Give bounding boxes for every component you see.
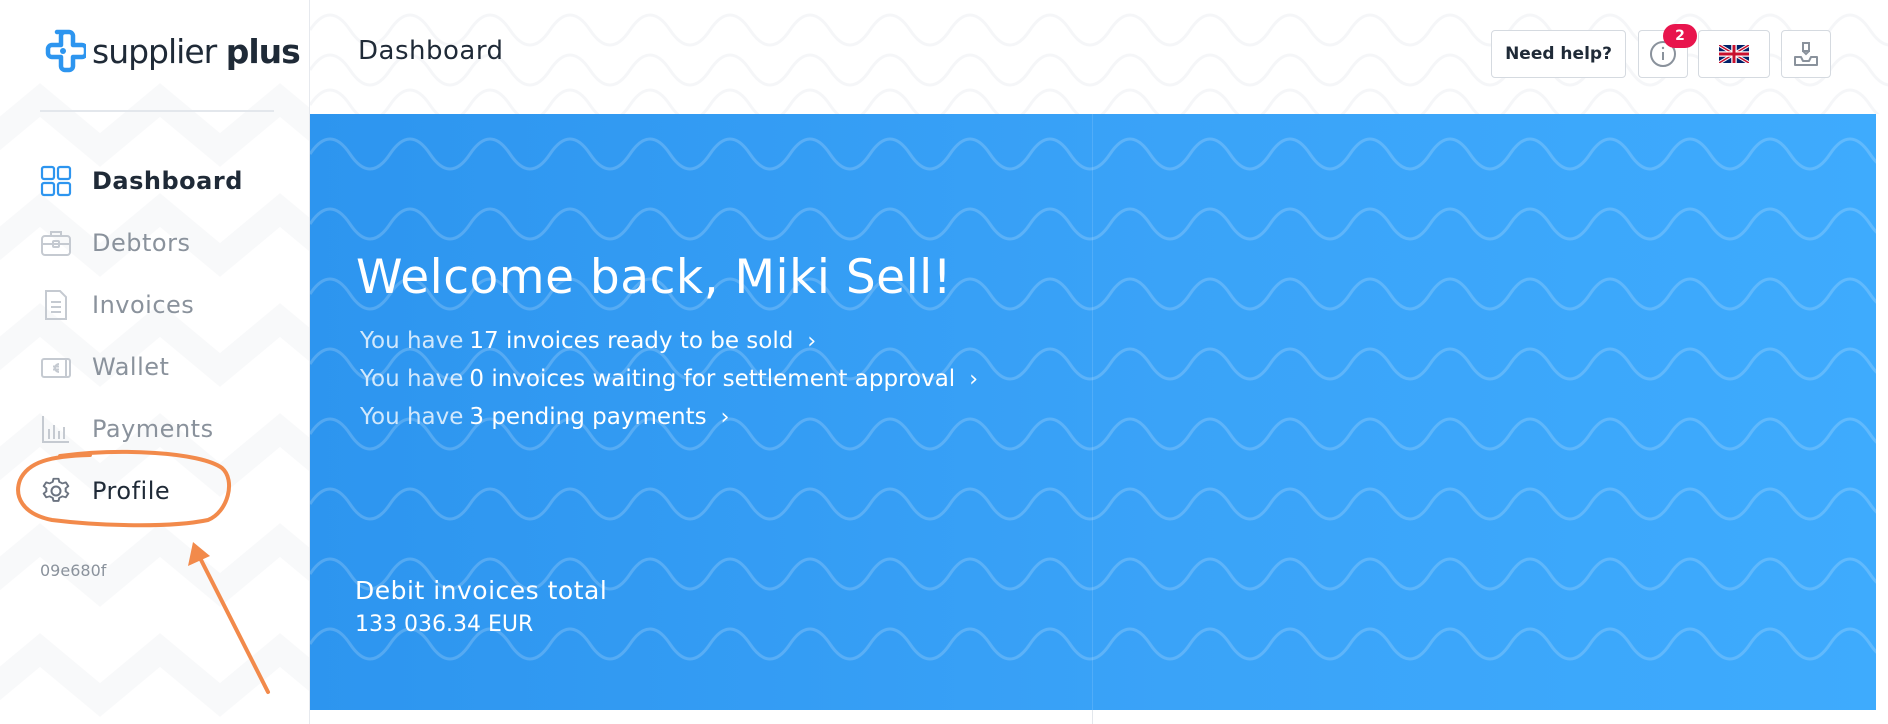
uk-flag-icon	[1719, 45, 1749, 63]
language-selector-button[interactable]	[1698, 30, 1770, 78]
sidebar-item-profile[interactable]: Profile	[40, 460, 290, 522]
sidebar-item-payments[interactable]: Payments	[40, 398, 290, 460]
content-below-hero	[310, 710, 1888, 724]
sidebar-item-label: Dashboard	[92, 167, 243, 195]
sidebar-item-label: Profile	[92, 477, 171, 505]
gear-icon	[40, 475, 72, 507]
sidebar-item-label: Payments	[92, 415, 214, 443]
debit-total-value: 133 036.34 EUR	[355, 612, 534, 637]
brand-wordmark: supplier plus	[92, 31, 301, 71]
supplier-plus-logo-icon	[45, 29, 86, 73]
brand-logo[interactable]: supplier plus	[40, 28, 301, 74]
welcome-hero-panel: Welcome back, Miki Sell! You have 17 inv…	[310, 114, 1876, 710]
chevron-right-icon: ›	[720, 404, 730, 430]
sidebar-item-label: Invoices	[92, 291, 195, 319]
briefcase-icon	[40, 227, 72, 259]
chevron-right-icon: ›	[969, 366, 978, 392]
invoices-ready-link[interactable]: You have 17 invoices ready to be sold ›	[360, 328, 816, 354]
sidebar: supplier plus Dashboard Debtors Invoices…	[0, 0, 310, 724]
content-column-divider	[1092, 710, 1093, 724]
hero-column-divider	[1092, 114, 1093, 710]
sidebar-item-label: Debtors	[92, 229, 191, 257]
sidebar-item-invoices[interactable]: Invoices	[40, 274, 290, 336]
stat-prefix: You have	[360, 404, 464, 430]
top-header: Dashboard Need help? 2	[310, 0, 1888, 114]
right-gutter	[1876, 114, 1888, 724]
chevron-right-icon: ›	[807, 328, 817, 354]
app-root: supplier plus Dashboard Debtors Invoices…	[0, 0, 1888, 724]
sidebar-divider	[40, 110, 274, 112]
dashboard-grid-icon	[40, 165, 72, 197]
sidebar-item-wallet[interactable]: Wallet	[40, 336, 290, 398]
bar-chart-icon	[40, 413, 72, 445]
sidebar-item-dashboard[interactable]: Dashboard	[40, 150, 290, 212]
stat-highlight: 0 invoices waiting for settlement approv…	[469, 366, 956, 392]
stat-highlight: 3 pending payments	[469, 404, 707, 430]
welcome-heading: Welcome back, Miki Sell!	[356, 250, 953, 305]
wallet-euro-icon	[40, 351, 72, 383]
sidebar-item-label: Wallet	[92, 353, 170, 381]
stat-prefix: You have	[360, 366, 464, 392]
document-icon	[40, 289, 72, 321]
page-title: Dashboard	[358, 36, 504, 66]
app-version: 09e680f	[40, 561, 107, 580]
download-button[interactable]	[1781, 30, 1831, 78]
invoices-awaiting-approval-link[interactable]: You have 0 invoices waiting for settleme…	[360, 366, 978, 392]
download-tray-icon	[1794, 42, 1818, 66]
pending-payments-link[interactable]: You have 3 pending payments ›	[360, 404, 729, 430]
need-help-button[interactable]: Need help?	[1491, 30, 1626, 78]
notification-count-badge: 2	[1663, 24, 1697, 48]
sidebar-nav: Dashboard Debtors Invoices Wallet Paymen…	[40, 150, 290, 522]
debit-total-label: Debit invoices total	[355, 576, 608, 605]
stat-highlight: 17 invoices ready to be sold	[469, 328, 794, 354]
sidebar-item-debtors[interactable]: Debtors	[40, 212, 290, 274]
stat-prefix: You have	[360, 328, 464, 354]
